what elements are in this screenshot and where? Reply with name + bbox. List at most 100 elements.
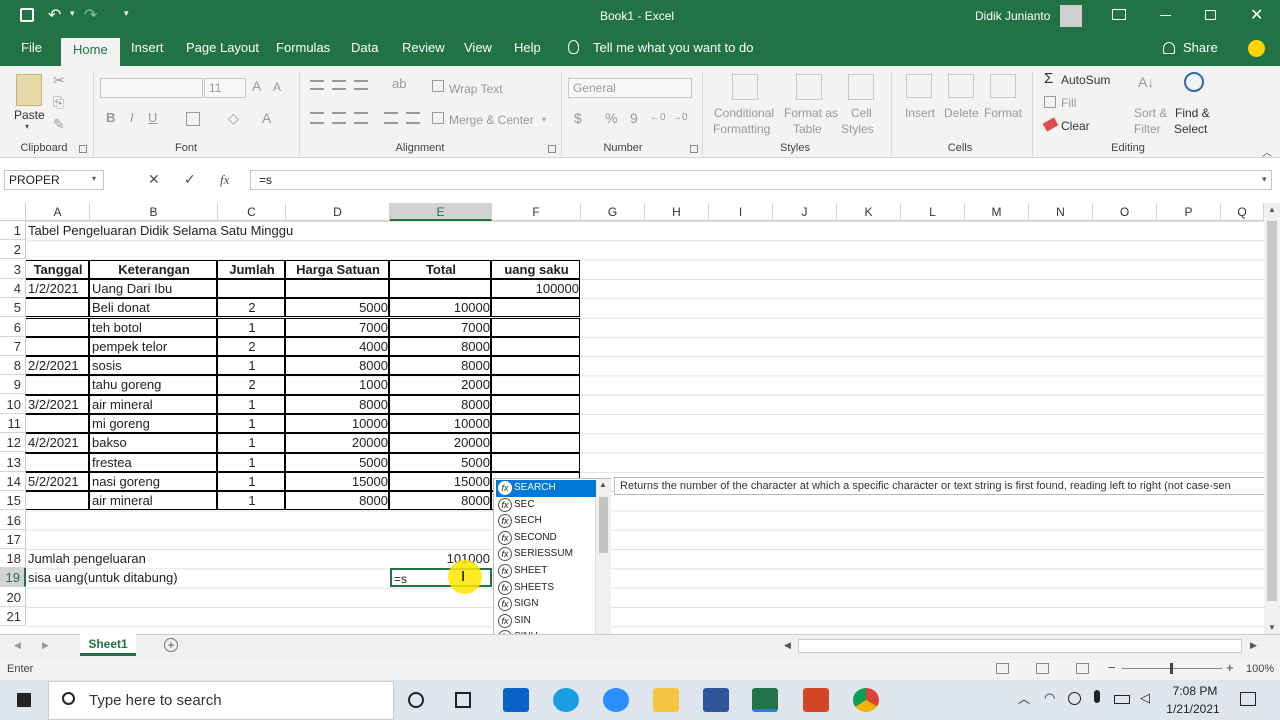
page-layout-view-icon[interactable]: [1036, 663, 1049, 674]
wrap-text-icon[interactable]: [432, 80, 444, 92]
row-header-8[interactable]: 8: [0, 356, 26, 376]
redo-icon[interactable]: ↷: [84, 5, 97, 25]
cell-d7[interactable]: 4000: [286, 337, 390, 356]
paste-dropdown-icon[interactable]: ▾: [25, 122, 29, 131]
hscroll-left-icon[interactable]: ◀: [784, 640, 791, 651]
cell-e11[interactable]: 10000: [390, 414, 492, 433]
row-header-6[interactable]: 6: [0, 317, 26, 337]
cell-b9[interactable]: tahu goreng: [90, 375, 218, 394]
row-header-18[interactable]: 18: [0, 549, 26, 569]
middle-align-icon[interactable]: [332, 80, 346, 90]
insert-cells-icon[interactable]: [906, 74, 932, 98]
cell-c15[interactable]: 1: [218, 491, 286, 510]
paste-icon[interactable]: [16, 74, 42, 106]
horizontal-scrollbar[interactable]: [798, 639, 1242, 653]
scroll-thumb[interactable]: [599, 497, 608, 553]
cell-a19[interactable]: sisa uang(untuk ditabung): [26, 568, 180, 587]
copy-icon[interactable]: ⎘: [53, 94, 64, 111]
number-format-combo[interactable]: General: [568, 78, 692, 98]
increase-decimal-icon[interactable]: ←0: [650, 112, 666, 123]
cell-b4[interactable]: Uang Dari Ibu: [90, 279, 218, 298]
cell-a10[interactable]: 3/2/2021: [26, 395, 90, 414]
delete-cells-icon[interactable]: [948, 74, 974, 98]
decrease-font-icon[interactable]: A: [273, 80, 281, 94]
cell-a1[interactable]: Tabel Pengeluaran Didik Selama Satu Ming…: [26, 221, 295, 240]
tab-home[interactable]: Home: [61, 38, 120, 66]
cell-d3[interactable]: Harga Satuan: [286, 260, 390, 279]
column-header-a[interactable]: A: [26, 203, 90, 221]
user-name[interactable]: Didik Junianto: [975, 9, 1050, 23]
cell-c5[interactable]: 2: [218, 298, 286, 317]
cell-b5[interactable]: Beli donat: [90, 298, 218, 317]
cell-a12[interactable]: 4/2/2021: [26, 433, 90, 452]
format-as-table-button-line2[interactable]: Table: [793, 122, 822, 136]
currency-button[interactable]: $: [574, 110, 582, 126]
file-explorer-icon[interactable]: [653, 688, 679, 712]
row-header-2[interactable]: 2: [0, 240, 26, 260]
format-cells-icon[interactable]: [990, 74, 1016, 98]
row-header-17[interactable]: 17: [0, 529, 26, 549]
cell-e5[interactable]: 10000: [390, 298, 492, 317]
row-header-3[interactable]: 3: [0, 259, 26, 279]
zoom-thumb[interactable]: [1170, 663, 1173, 674]
column-header-o[interactable]: O: [1093, 203, 1157, 221]
show-hidden-icons-icon[interactable]: ︿: [1018, 690, 1030, 707]
formula-input[interactable]: =s: [250, 170, 1272, 190]
increase-font-icon[interactable]: A: [252, 78, 261, 94]
next-sheet-icon[interactable]: ▶: [42, 640, 49, 651]
cell-styles-button[interactable]: Cell: [851, 106, 872, 120]
cell-b12[interactable]: bakso: [90, 433, 218, 452]
autocomplete-item[interactable]: fx SIGN: [496, 596, 596, 613]
expand-formula-icon[interactable]: ▾: [1262, 174, 1267, 185]
autocomplete-item[interactable]: fx SHEET: [496, 563, 596, 580]
column-header-m[interactable]: M: [965, 203, 1029, 221]
cell-b14[interactable]: nasi goreng: [90, 472, 218, 491]
ribbon-display-icon[interactable]: [1112, 9, 1126, 20]
autocomplete-item[interactable]: fx SECH: [496, 513, 596, 530]
tab-page-layout[interactable]: Page Layout: [186, 40, 259, 55]
decrease-decimal-icon[interactable]: →0: [672, 112, 688, 123]
merge-dropdown-icon[interactable]: ▾: [542, 115, 546, 124]
cell-c7[interactable]: 2: [218, 337, 286, 356]
tab-view[interactable]: View: [464, 40, 492, 55]
enter-icon[interactable]: ✓: [184, 171, 196, 188]
zoom-level[interactable]: 100%: [1246, 663, 1274, 675]
tab-review[interactable]: Review: [402, 40, 445, 55]
cell-e6[interactable]: 7000: [390, 318, 492, 337]
volume-icon[interactable]: ◁: [1140, 690, 1150, 706]
row-header-20[interactable]: 20: [0, 587, 26, 607]
smiley-icon[interactable]: [1248, 40, 1265, 57]
format-cells-button[interactable]: Format: [984, 106, 1022, 120]
cell-f3[interactable]: uang saku: [492, 260, 581, 279]
cell-c9[interactable]: 2: [218, 375, 286, 394]
bold-button[interactable]: B: [106, 110, 115, 125]
format-as-table-icon[interactable]: [796, 74, 822, 100]
cell-e14[interactable]: 15000: [390, 472, 492, 491]
percent-button[interactable]: %: [605, 110, 617, 126]
clear-icon[interactable]: [1042, 117, 1059, 132]
undo-icon[interactable]: ↶: [48, 5, 61, 25]
tab-insert[interactable]: Insert: [131, 40, 164, 55]
cut-icon[interactable]: ✂: [53, 72, 65, 89]
normal-view-icon[interactable]: [996, 663, 1009, 674]
conditional-formatting-icon[interactable]: [732, 74, 758, 100]
row-header-13[interactable]: 13: [0, 452, 26, 472]
cancel-icon[interactable]: ✕: [148, 171, 160, 188]
chrome-icon[interactable]: [853, 688, 879, 712]
row-header-12[interactable]: 12: [0, 433, 26, 453]
cell-b11[interactable]: mi goreng: [90, 414, 218, 433]
cell-d14[interactable]: 15000: [286, 472, 390, 491]
sort-filter-icon[interactable]: A↓: [1138, 74, 1154, 90]
cell-e7[interactable]: 8000: [390, 337, 492, 356]
cell-c13[interactable]: 1: [218, 453, 286, 472]
column-header-e[interactable]: E: [390, 203, 492, 221]
cell-e15[interactable]: 8000: [390, 491, 492, 510]
column-header-c[interactable]: C: [218, 203, 286, 221]
row-header-9[interactable]: 9: [0, 375, 26, 395]
hscroll-right-icon[interactable]: ▶: [1250, 640, 1257, 651]
edge-icon[interactable]: [553, 688, 579, 712]
vscroll-up-icon[interactable]: ▲: [1268, 205, 1276, 214]
minimize-icon[interactable]: [1160, 15, 1171, 16]
notifications-icon[interactable]: [1240, 692, 1256, 706]
decrease-indent-icon[interactable]: [384, 112, 398, 124]
